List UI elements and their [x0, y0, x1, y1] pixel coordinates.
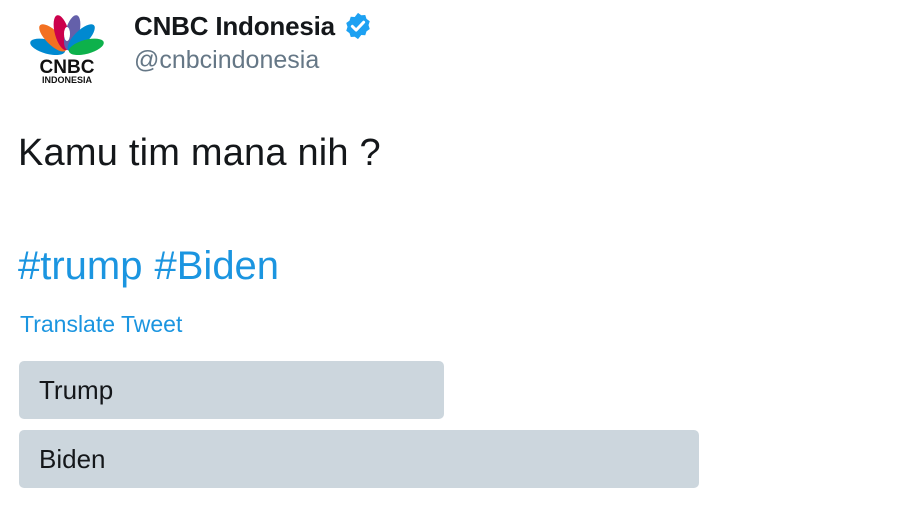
translate-tweet-link[interactable]: Translate Tweet: [20, 311, 182, 338]
author-display-name[interactable]: CNBC Indonesia: [134, 11, 335, 42]
author-handle[interactable]: @cnbcindonesia: [134, 46, 319, 75]
author-name-row: CNBC Indonesia: [134, 8, 373, 44]
tweet-text: Kamu tim mana nih ?: [18, 132, 381, 174]
avatar[interactable]: CNBC INDONESIA: [22, 10, 112, 84]
tweet-card: CNBC INDONESIA CNBC Indonesia @cnbcindon…: [0, 0, 900, 505]
poll-option-label: Biden: [39, 443, 106, 474]
cnbc-peacock-logo-icon: CNBC INDONESIA: [24, 15, 110, 84]
hashtag-trump[interactable]: #trump: [18, 244, 143, 289]
poll-option-biden[interactable]: Biden: [19, 430, 699, 488]
verified-badge-icon: [343, 11, 373, 41]
logo-subtitle: INDONESIA: [42, 75, 93, 84]
hashtag-biden[interactable]: #Biden: [155, 244, 280, 289]
poll-option-trump[interactable]: Trump: [19, 361, 444, 419]
hashtag-list: #trump #Biden: [18, 244, 279, 289]
poll-option-label: Trump: [39, 374, 114, 405]
